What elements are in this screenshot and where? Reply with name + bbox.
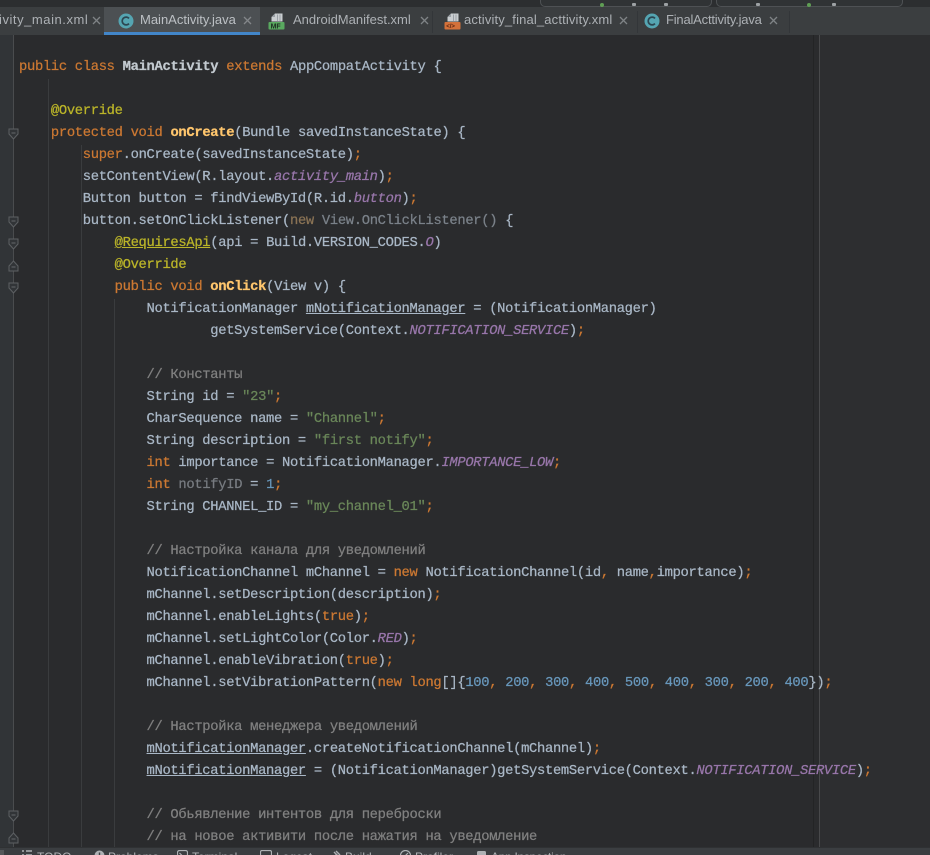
- svg-text:</>: </>: [446, 24, 455, 30]
- svg-text:MF: MF: [271, 23, 282, 30]
